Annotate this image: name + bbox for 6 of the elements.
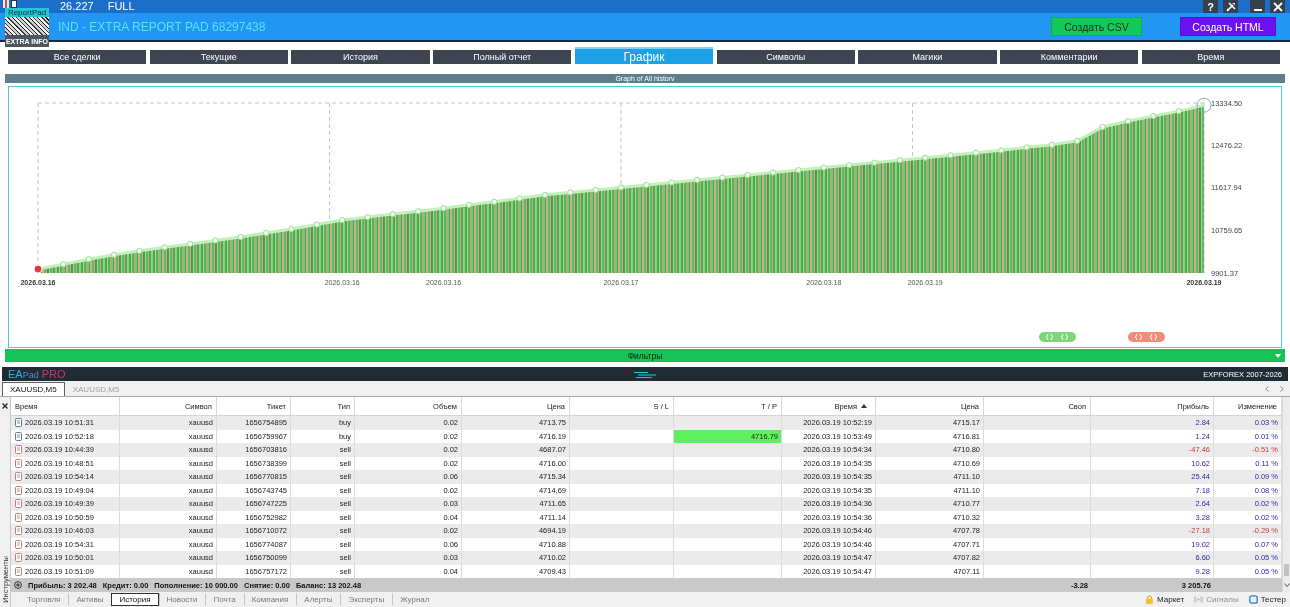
version-text: 26.227	[60, 0, 94, 13]
brand-logo: EAPad PRO	[8, 367, 66, 382]
filters-label: Фильтры	[627, 350, 663, 361]
edition-text: FULL	[107, 0, 135, 13]
report-title: IND - EXTRA REPORT PAD 68297438	[58, 19, 266, 34]
logo-label: ReportPad	[5, 8, 49, 17]
